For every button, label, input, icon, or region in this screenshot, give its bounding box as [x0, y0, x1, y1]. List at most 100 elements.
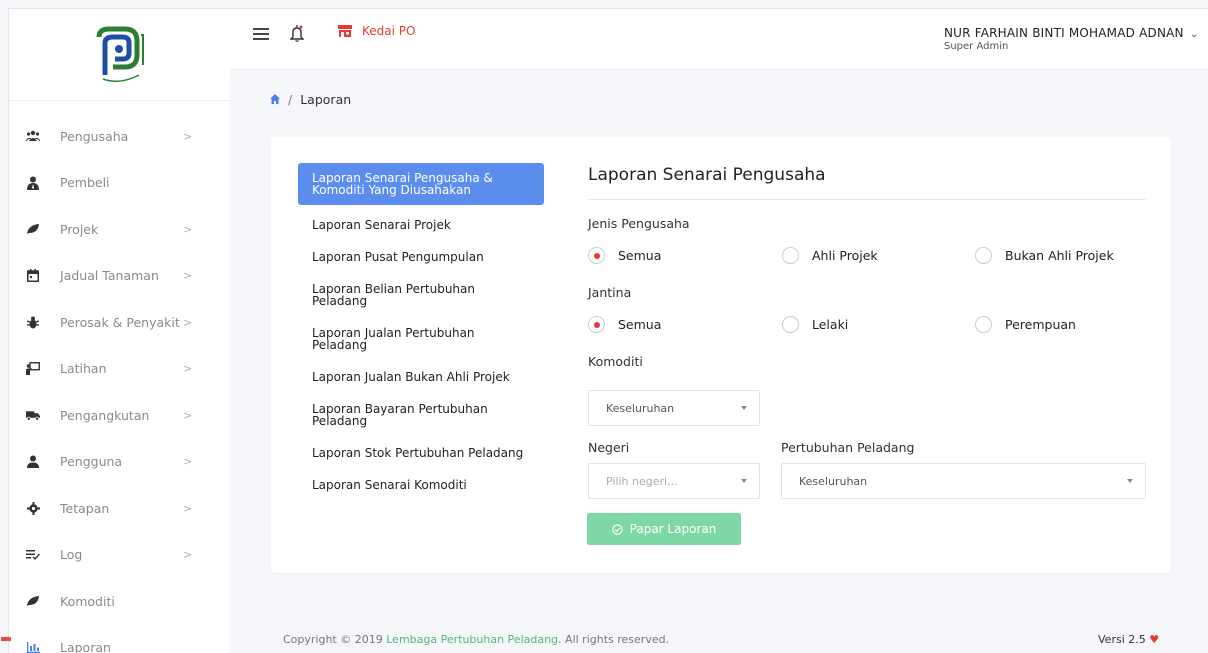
report-list: Laporan Senarai Pengusaha & Komoditi Yan… — [298, 163, 544, 505]
bar-chart-icon — [26, 641, 40, 653]
check-circle-icon — [612, 523, 623, 535]
sidebar-item-label: Komoditi — [60, 593, 115, 609]
caret-down-icon — [741, 479, 747, 483]
report-item-belian-pertubuhan[interactable]: Laporan Belian Pertubuhan Peladang — [298, 277, 544, 313]
report-item-jualan-bukan-ahli[interactable]: Laporan Jualan Bukan Ahli Projek — [298, 365, 544, 389]
footer-link[interactable]: Lembaga Pertubuhan Peladang — [386, 633, 558, 646]
report-item-bayaran-pertubuhan[interactable]: Laporan Bayaran Pertubuhan Peladang — [298, 397, 544, 433]
radio-jenis-semua[interactable]: Semua — [588, 247, 661, 264]
negeri-select[interactable]: Pilih negeri... — [588, 463, 760, 499]
sidebar-item-label: Log — [60, 547, 83, 563]
chevron-right-icon: > — [183, 315, 193, 329]
sidebar-item-label: Pengguna — [60, 454, 123, 470]
radio-unchecked-icon — [975, 316, 992, 333]
pertubuhan-label: Pertubuhan Peladang — [781, 440, 915, 455]
truck-icon — [26, 408, 40, 422]
sidebar-item-tetapan[interactable]: Tetapan > — [9, 485, 230, 532]
sidebar-item-projek[interactable]: Projek > — [9, 206, 230, 253]
papar-laporan-button[interactable]: Papar Laporan — [587, 513, 741, 545]
sidebar-item-pengguna[interactable]: Pengguna > — [9, 439, 230, 486]
radio-jantina-semua[interactable]: Semua — [588, 316, 661, 333]
sidebar-item-label: Jadual Tanaman — [60, 268, 159, 284]
sidebar-item-pengangkutan[interactable]: Pengangkutan > — [9, 392, 230, 439]
radio-label: Semua — [618, 248, 662, 263]
peladang-outlet-logo[interactable] — [85, 25, 155, 85]
form-title: Laporan Senarai Pengusaha — [588, 165, 1146, 200]
chevron-right-icon: > — [183, 269, 193, 283]
store-icon — [338, 25, 352, 37]
menu-toggle-icon[interactable] — [253, 28, 269, 42]
version-text: Versi 2.5 — [1098, 633, 1146, 646]
report-item-stok-pertubuhan[interactable]: Laporan Stok Pertubuhan Peladang — [298, 441, 544, 465]
radio-jenis-ahli-projek[interactable]: Ahli Projek — [782, 247, 878, 264]
sidebar-item-label: Pengangkutan — [60, 407, 150, 423]
user-icon — [26, 455, 40, 469]
logo-area — [9, 9, 230, 101]
pertubuhan-select[interactable]: Keseluruhan — [781, 463, 1146, 499]
leaf-icon — [26, 222, 40, 236]
sidebar-item-label: Tetapan — [60, 500, 110, 516]
radio-label: Lelaki — [812, 317, 849, 332]
footer-version: Versi 2.5 ♥ — [1098, 633, 1159, 646]
report-item-jualan-pertubuhan[interactable]: Laporan Jualan Pertubuhan Peladang — [298, 321, 544, 357]
user-menu[interactable]: NUR FARHAIN BINTI MOHAMAD ADNAN Super Ad… — [944, 26, 1184, 52]
report-item-pusat-pengumpulan[interactable]: Laporan Pusat Pengumpulan — [298, 245, 544, 269]
radio-unchecked-icon — [782, 316, 799, 333]
report-form: Laporan Senarai Pengusaha Jenis Pengusah… — [588, 165, 1146, 369]
sidebar: Pengusaha > Pembeli Projek > Jadual Tana… — [1, 8, 230, 653]
copyright-suffix: . All rights reserved. — [558, 633, 670, 646]
report-item-senarai-pengusaha[interactable]: Laporan Senarai Pengusaha & Komoditi Yan… — [298, 163, 544, 205]
chevron-right-icon: > — [183, 548, 193, 562]
komoditi-select[interactable]: Keseluruhan — [588, 390, 760, 426]
sidebar-item-komoditi[interactable]: Komoditi — [9, 578, 230, 625]
radio-label: Bukan Ahli Projek — [1005, 248, 1114, 263]
report-item-senarai-komoditi[interactable]: Laporan Senarai Komoditi — [298, 473, 544, 497]
radio-jenis-bukan-ahli[interactable]: Bukan Ahli Projek — [975, 247, 1114, 264]
app-frame: Pengusaha > Pembeli Projek > Jadual Tana… — [0, 0, 1208, 653]
sidebar-item-log[interactable]: Log > — [9, 532, 230, 579]
sidebar-item-label: Projek — [60, 221, 99, 237]
radio-jantina-lelaki[interactable]: Lelaki — [782, 316, 848, 333]
sidebar-menu: Pengusaha > Pembeli Projek > Jadual Tana… — [1, 101, 230, 653]
pertubuhan-value: Keseluruhan — [799, 474, 868, 488]
chevron-right-icon: > — [183, 222, 193, 236]
sidebar-item-pembeli[interactable]: Pembeli — [9, 160, 230, 207]
radio-checked-icon — [588, 316, 605, 333]
chevron-right-icon: > — [183, 362, 193, 376]
chalkboard-teacher-icon — [26, 362, 40, 376]
report-item-senarai-projek[interactable]: Laporan Senarai Projek — [298, 213, 544, 237]
sidebar-item-label: Laporan — [60, 640, 111, 653]
bug-icon — [26, 315, 40, 329]
report-card: Laporan Senarai Pengusaha & Komoditi Yan… — [271, 137, 1171, 573]
sidebar-item-laporan[interactable]: Laporan — [1, 625, 230, 653]
sidebar-item-label: Latihan — [60, 361, 107, 377]
komoditi-label: Komoditi — [588, 354, 643, 369]
sidebar-item-pengusaha[interactable]: Pengusaha > — [9, 113, 230, 160]
user-tie-icon — [26, 176, 40, 190]
sidebar-item-latihan[interactable]: Latihan > — [9, 346, 230, 393]
store-label: Kedai PO — [362, 24, 416, 38]
sidebar-item-label: Pembeli — [60, 175, 110, 191]
bell-icon[interactable] — [289, 24, 306, 44]
sidebar-item-perosak-penyakit[interactable]: Perosak & Penyakit > — [9, 299, 230, 346]
topbar: Kedai PO NUR FARHAIN BINTI MOHAMAD ADNAN… — [230, 8, 1208, 70]
users-icon — [26, 129, 40, 143]
store-link[interactable]: Kedai PO — [338, 24, 415, 38]
radio-unchecked-icon — [782, 247, 799, 264]
chevron-down-icon[interactable]: ⌄ — [1190, 29, 1198, 40]
sidebar-item-label: Pengusaha — [60, 128, 129, 144]
chevron-right-icon: > — [183, 129, 193, 143]
radio-jantina-perempuan[interactable]: Perempuan — [975, 316, 1076, 333]
user-name: NUR FARHAIN BINTI MOHAMAD ADNAN — [944, 26, 1184, 40]
komoditi-value: Keseluruhan — [606, 401, 675, 415]
caret-down-icon — [741, 406, 747, 410]
copyright-prefix: Copyright © 2019 — [283, 633, 383, 646]
radio-checked-icon — [588, 247, 605, 264]
home-icon[interactable] — [270, 93, 280, 107]
active-indicator — [1, 636, 11, 641]
chevron-right-icon: > — [183, 455, 193, 469]
sidebar-item-jadual-tanaman[interactable]: Jadual Tanaman > — [9, 253, 230, 300]
negeri-label: Negeri — [588, 440, 630, 455]
jenis-pengusaha-label: Jenis Pengusaha — [588, 216, 690, 231]
jantina-label: Jantina — [588, 285, 632, 300]
